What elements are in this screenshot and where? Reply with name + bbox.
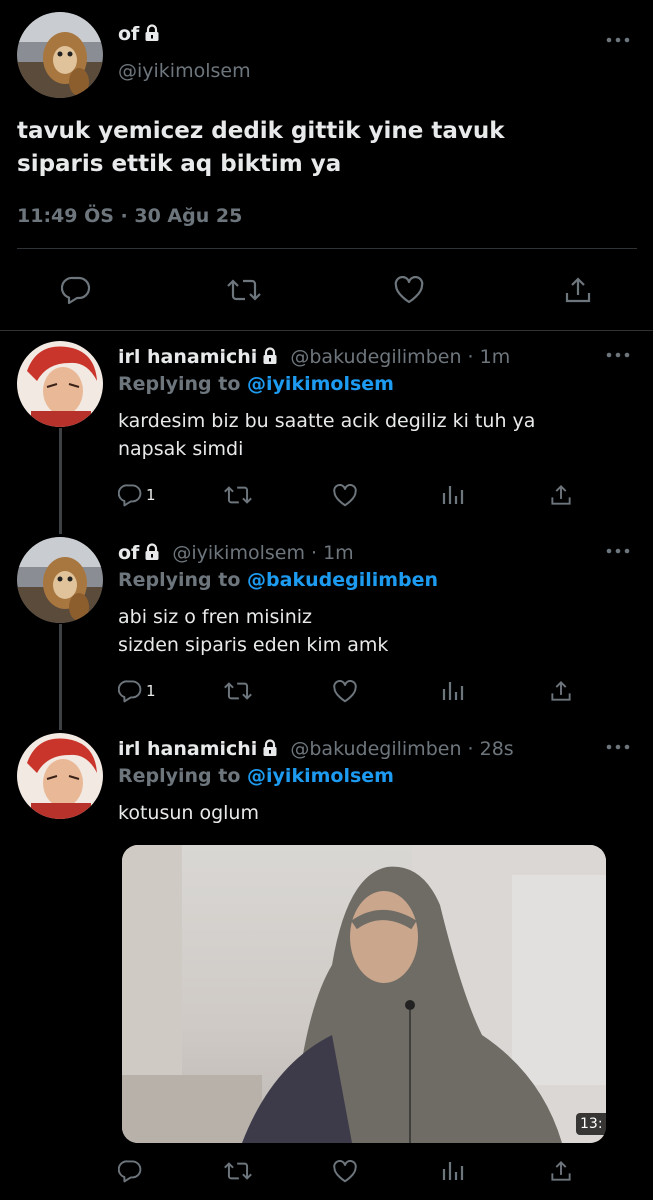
reply-icon: [118, 679, 142, 703]
handle-time[interactable]: @bakudegilimben · 28s: [290, 738, 513, 760]
reply-button[interactable]: 1: [118, 481, 168, 509]
like-icon: [332, 679, 358, 703]
reply-icon: [118, 1159, 142, 1183]
handle-time[interactable]: @bakudegilimben · 1m: [290, 346, 510, 368]
thread-line: [59, 428, 62, 534]
retweet-icon: [224, 484, 252, 506]
share-button[interactable]: [548, 1157, 574, 1185]
tweet-text-line: tavuk yemicez dedik gittik yine tavuk: [17, 118, 505, 144]
views-button[interactable]: [440, 481, 466, 509]
reply-button[interactable]: [118, 1157, 148, 1185]
more-icon[interactable]: [602, 345, 634, 365]
timestamp[interactable]: 11:49 ÖS · 30 Ağu 25: [17, 203, 242, 229]
display-name[interactable]: of: [118, 542, 139, 564]
reply-button[interactable]: [58, 274, 94, 306]
replying-prefix: Replying to: [118, 373, 248, 395]
tweet-text: tavuk yemicez dedik gittik yine tavuk si…: [17, 115, 637, 181]
display-name[interactable]: irl hanamichi: [118, 346, 257, 368]
like-icon: [332, 483, 358, 507]
divider: [17, 248, 637, 249]
replying-to: Replying to @iyikimolsem: [118, 372, 394, 396]
mention-link[interactable]: @iyikimolsem: [247, 765, 394, 787]
reply-icon: [61, 276, 91, 304]
divider: [0, 330, 653, 331]
reply-icon: [118, 483, 142, 507]
mention-link[interactable]: @iyikimolsem: [247, 373, 394, 395]
views-button[interactable]: [440, 1157, 466, 1185]
share-icon: [550, 484, 572, 506]
avatar[interactable]: [17, 537, 103, 623]
retweet-button[interactable]: [221, 481, 255, 509]
handle-time[interactable]: @iyikimolsem · 1m: [172, 542, 353, 564]
like-button[interactable]: [330, 677, 360, 705]
lock-icon: [144, 543, 160, 561]
video-duration: 13:: [576, 1113, 607, 1135]
like-button[interactable]: [330, 1157, 360, 1185]
video-thumbnail[interactable]: [122, 845, 606, 1143]
views-icon: [442, 680, 464, 702]
share-icon: [550, 680, 572, 702]
retweet-icon: [224, 1160, 252, 1182]
avatar[interactable]: [17, 341, 103, 427]
views-button[interactable]: [440, 677, 466, 705]
lock-icon: [262, 739, 278, 757]
mention-link[interactable]: @bakudegilimben: [247, 569, 438, 591]
views-icon: [442, 1160, 464, 1182]
thread-line: [59, 624, 62, 730]
like-button[interactable]: [330, 481, 360, 509]
reply-text-line: sizden siparis eden kim amk: [118, 634, 389, 656]
views-icon: [442, 484, 464, 506]
like-icon: [332, 1159, 358, 1183]
retweet-button[interactable]: [224, 274, 264, 306]
more-icon[interactable]: [602, 737, 634, 757]
reply-text-line: napsak simdi: [118, 438, 244, 460]
lock-icon: [144, 24, 160, 42]
reply-count: 1: [146, 486, 156, 504]
replying-prefix: Replying to: [118, 569, 248, 591]
more-icon[interactable]: [602, 30, 634, 50]
avatar[interactable]: [17, 733, 103, 819]
avatar[interactable]: [17, 12, 103, 98]
reply-text: abi siz o fren misiniz sizden siparis ed…: [118, 603, 618, 659]
share-button[interactable]: [548, 481, 574, 509]
like-button[interactable]: [391, 274, 427, 306]
replying-to: Replying to @iyikimolsem: [118, 764, 394, 788]
reply-text: kotusun oglum: [118, 802, 259, 824]
more-icon[interactable]: [602, 541, 634, 561]
retweet-button[interactable]: [221, 677, 255, 705]
share-button[interactable]: [560, 274, 596, 306]
handle[interactable]: @iyikimolsem: [118, 59, 251, 83]
tweet-text-line: siparis ettik aq biktim ya: [17, 151, 342, 177]
share-icon: [564, 276, 592, 304]
share-icon: [550, 1160, 572, 1182]
display-name[interactable]: of: [118, 23, 139, 45]
like-icon: [393, 276, 425, 304]
lock-icon: [262, 347, 278, 365]
replying-prefix: Replying to: [118, 765, 248, 787]
reply-text-line: abi siz o fren misiniz: [118, 606, 312, 628]
reply-text: kardesim biz bu saatte acik degiliz ki t…: [118, 407, 618, 463]
retweet-icon: [227, 277, 261, 303]
retweet-button[interactable]: [221, 1157, 255, 1185]
replying-to: Replying to @bakudegilimben: [118, 568, 438, 592]
display-name[interactable]: irl hanamichi: [118, 738, 257, 760]
share-button[interactable]: [548, 677, 574, 705]
retweet-icon: [224, 680, 252, 702]
reply-button[interactable]: 1: [118, 677, 168, 705]
reply-text-line: kardesim biz bu saatte acik degiliz ki t…: [118, 410, 536, 432]
reply-count: 1: [146, 682, 156, 700]
